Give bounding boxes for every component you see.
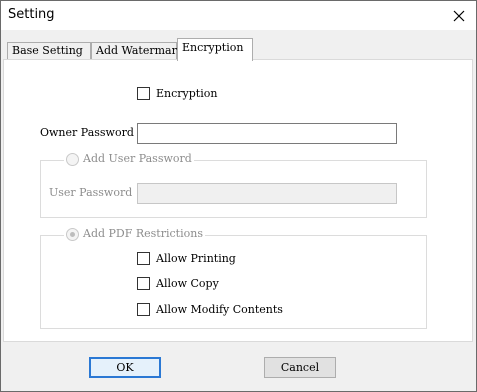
- title-bar: Setting: [0, 0, 477, 30]
- close-button[interactable]: [442, 1, 476, 30]
- tab-label: Base Setting: [12, 44, 83, 57]
- add-user-password-label: Add User Password: [83, 152, 192, 165]
- encryption-label: Encryption: [156, 87, 218, 100]
- close-icon: [453, 10, 465, 21]
- allow-modify-contents-label: Allow Modify Contents: [156, 303, 283, 316]
- encryption-checkbox[interactable]: [137, 87, 150, 100]
- cancel-button[interactable]: Cancel: [264, 357, 336, 378]
- allow-copy-checkbox[interactable]: [137, 277, 150, 290]
- tab-label: Add Watermark: [96, 44, 184, 57]
- allow-printing-label: Allow Printing: [156, 252, 236, 265]
- pdf-restrictions-legend: Add PDF Restrictions: [64, 227, 205, 243]
- tab-label: Encryption: [182, 41, 244, 54]
- tab-add-watermark[interactable]: Add Watermark: [91, 42, 184, 60]
- owner-password-input[interactable]: [137, 123, 397, 144]
- user-password-input[interactable]: [137, 183, 397, 204]
- add-user-password-radio[interactable]: [66, 152, 79, 166]
- user-password-label: User Password: [49, 186, 133, 199]
- owner-password-label: Owner Password: [40, 126, 134, 139]
- tab-base-setting[interactable]: Base Setting: [7, 42, 91, 60]
- user-password-legend: Add User Password: [64, 152, 194, 168]
- ok-button-label: OK: [116, 361, 134, 374]
- allow-copy-label: Allow Copy: [156, 277, 219, 290]
- ok-button[interactable]: OK: [89, 357, 161, 378]
- add-pdf-restrictions-label: Add PDF Restrictions: [83, 227, 203, 240]
- allow-modify-contents-checkbox[interactable]: [137, 303, 150, 316]
- tab-encryption[interactable]: Encryption: [177, 38, 253, 61]
- allow-printing-checkbox[interactable]: [137, 252, 150, 265]
- cancel-button-label: Cancel: [280, 361, 320, 374]
- window-title: Setting: [8, 7, 55, 22]
- add-pdf-restrictions-radio[interactable]: [66, 227, 79, 241]
